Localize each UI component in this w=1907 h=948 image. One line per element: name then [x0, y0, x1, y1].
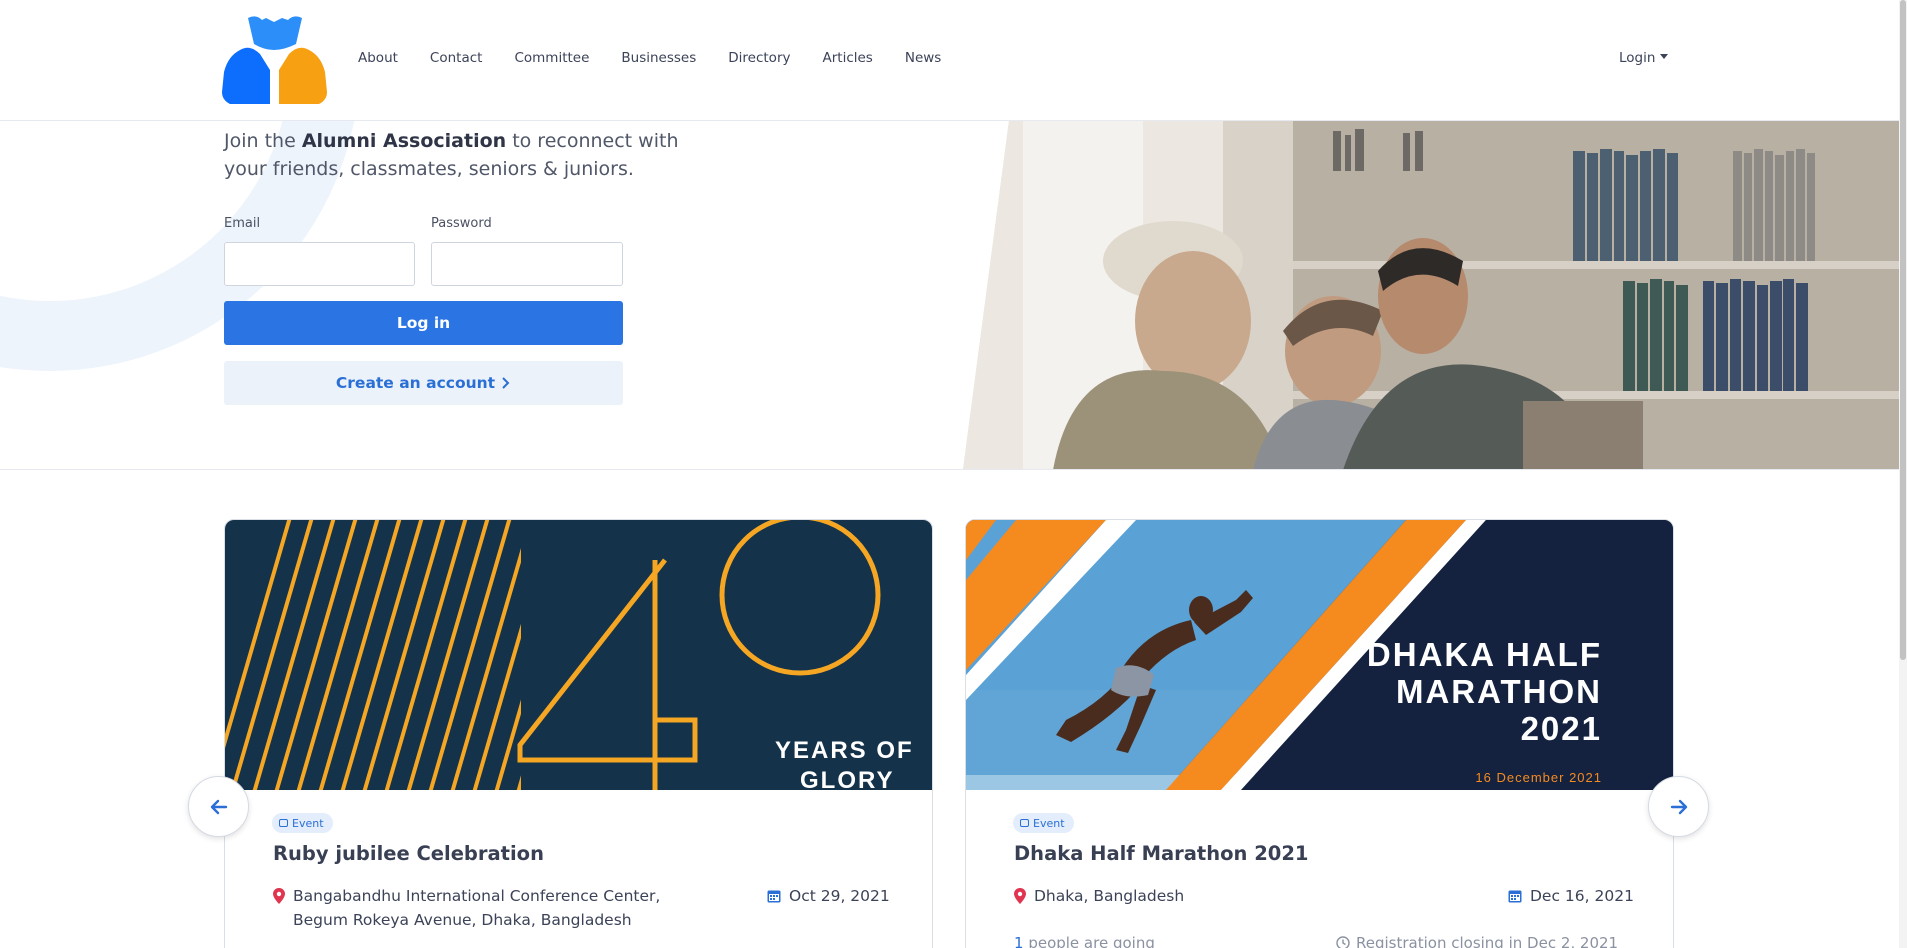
- password-field[interactable]: [431, 242, 623, 286]
- calendar-icon: [1508, 890, 1522, 903]
- nav-articles[interactable]: Articles: [823, 50, 873, 66]
- image-text-years-of: YEARS OF: [775, 737, 914, 764]
- nav-businesses[interactable]: Businesses: [621, 50, 696, 66]
- create-account-label: Create an account: [335, 374, 496, 392]
- event-title[interactable]: Dhaka Half Marathon 2021: [1014, 842, 1308, 865]
- hero-intro-text: Join the Alumni Association to reconnect…: [224, 130, 679, 180]
- event-badge: Event: [1013, 813, 1074, 833]
- create-account-button[interactable]: Create an account: [224, 361, 623, 405]
- event-location: Dhaka, Bangladesh: [1014, 884, 1444, 908]
- event-date: Dec 16, 2021: [1508, 884, 1634, 908]
- attendee-count[interactable]: 1: [1014, 934, 1024, 948]
- chevron-right-icon: [502, 377, 510, 389]
- carousel-next-button[interactable]: [1648, 776, 1709, 837]
- nav-news[interactable]: News: [905, 50, 941, 66]
- email-label: Email: [224, 216, 261, 231]
- page-scrollbar[interactable]: [1899, 0, 1907, 948]
- arrow-left-icon: [210, 799, 227, 814]
- carousel-prev-button[interactable]: [188, 776, 249, 837]
- event-image-40-years: YEARS OF GLORY: [225, 520, 932, 790]
- ticket-icon: [1020, 819, 1029, 827]
- hero-section: Join the Alumni Association to reconnect…: [0, 121, 1907, 470]
- event-title[interactable]: Ruby jubilee Celebration: [273, 842, 544, 865]
- scrollbar-thumb[interactable]: [1900, 0, 1906, 660]
- image-text-dhaka-half: DHAKA HALF: [1367, 636, 1602, 673]
- event-badge: Event: [272, 813, 333, 833]
- nav-directory[interactable]: Directory: [728, 50, 790, 66]
- association-name: Alumni Association: [301, 130, 507, 152]
- ticket-icon: [279, 819, 288, 827]
- event-date: Oct 29, 2021: [767, 884, 890, 908]
- event-image-marathon: DHAKA HALF MARATHON 2021 16 December 202…: [966, 520, 1673, 790]
- map-pin-icon: [1014, 888, 1026, 904]
- email-field[interactable]: [224, 242, 415, 286]
- event-card-ruby-jubilee[interactable]: YEARS OF GLORY Event Ruby jubilee Celebr…: [224, 519, 933, 948]
- event-attendees: 1 people are going: [1014, 934, 1155, 948]
- navbar: About Contact Committee Businesses Direc…: [0, 0, 1907, 121]
- calendar-icon: [767, 890, 781, 903]
- hero-photo: [963, 121, 1907, 469]
- nav-about[interactable]: About: [358, 50, 398, 66]
- arrow-right-icon: [1670, 799, 1687, 814]
- registration-deadline: Registration closing in Dec 2, 2021: [1336, 934, 1618, 948]
- logo-icon[interactable]: [222, 14, 327, 106]
- image-text-year: 2021: [1521, 710, 1602, 747]
- event-card-dhaka-marathon[interactable]: DHAKA HALF MARATHON 2021 16 December 202…: [965, 519, 1674, 948]
- login-dropdown-label: Login: [1619, 50, 1656, 66]
- clock-icon: [1336, 936, 1350, 948]
- image-text-date: 16 December 2021: [1475, 770, 1602, 785]
- login-button[interactable]: Log in: [224, 301, 623, 345]
- event-location: Bangabandhu International Conference Cen…: [273, 884, 703, 932]
- login-dropdown[interactable]: Login: [1619, 50, 1669, 66]
- nav-committee[interactable]: Committee: [514, 50, 589, 66]
- password-label: Password: [431, 216, 492, 231]
- map-pin-icon: [273, 888, 285, 904]
- image-text-glory: GLORY: [800, 767, 894, 790]
- image-text-marathon: MARATHON: [1396, 673, 1602, 710]
- caret-down-icon: [1660, 54, 1669, 59]
- nav-contact[interactable]: Contact: [430, 50, 483, 66]
